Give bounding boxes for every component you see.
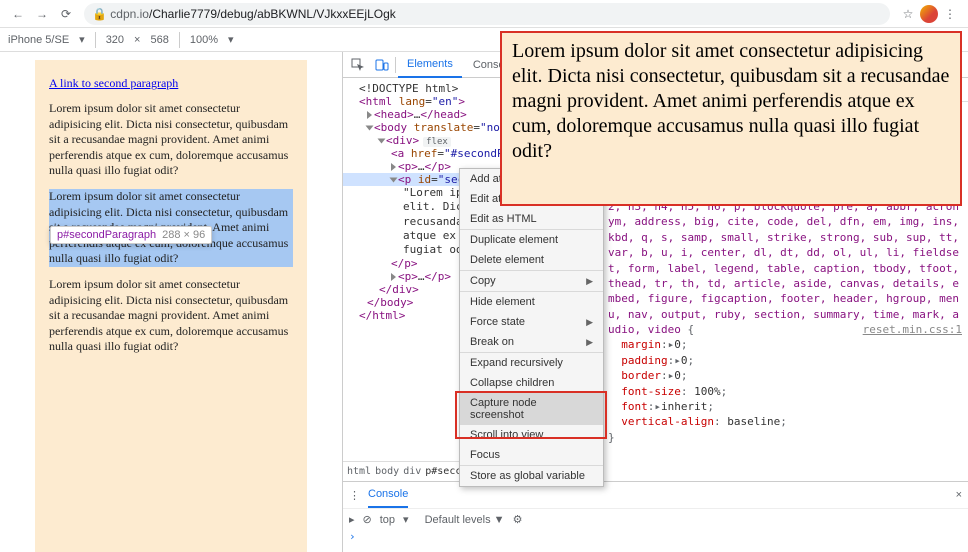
ctx-collapse[interactable]: Collapse children bbox=[460, 373, 603, 393]
ctx-store-global[interactable]: Store as global variable bbox=[460, 465, 603, 486]
back-icon[interactable]: ← bbox=[6, 2, 30, 26]
viewport: A link to second paragraph Lorem ipsum d… bbox=[0, 52, 342, 552]
url-bar[interactable]: 🔒 cdpn.io/Charlie7779/debug/abBKWNL/VJkx… bbox=[84, 3, 890, 25]
crumb-html[interactable]: html bbox=[347, 466, 371, 477]
device-toggle-icon[interactable] bbox=[371, 54, 393, 76]
tooltip-dim: 288 × 96 bbox=[162, 229, 205, 241]
ctx-expand[interactable]: Expand recursively bbox=[460, 352, 603, 373]
device-h[interactable]: 568 bbox=[150, 34, 168, 46]
tab-elements[interactable]: Elements bbox=[398, 52, 462, 78]
url-host: cdpn.io bbox=[110, 7, 149, 21]
paragraph-3: Lorem ipsum dolor sit amet consectetur a… bbox=[49, 277, 293, 355]
gear-icon[interactable]: ⚙ bbox=[513, 513, 523, 526]
play-icon[interactable]: ▸ bbox=[349, 513, 355, 526]
clear-icon[interactable]: ⊘ bbox=[363, 513, 372, 526]
console-prompt[interactable]: › bbox=[343, 530, 968, 552]
context-top[interactable]: top bbox=[380, 514, 395, 526]
close-icon[interactable]: × bbox=[956, 489, 962, 501]
console-drawer: ⋮ Console × ▸ ⊘ top▾ Default levels ▼ ⚙ … bbox=[343, 481, 968, 552]
inspect-icon[interactable] bbox=[347, 54, 369, 76]
paragraph-1: Lorem ipsum dolor sit amet consectetur a… bbox=[49, 101, 293, 179]
css-rule-2[interactable]: html, body, div, span, applet, object, i… bbox=[608, 181, 962, 446]
crumb-current[interactable]: p#secc bbox=[425, 466, 461, 477]
ctx-edit-html[interactable]: Edit as HTML bbox=[460, 209, 603, 229]
element-tooltip: p#secondParagraph 288 × 96 bbox=[50, 226, 212, 244]
node-screenshot-overlay: Lorem ipsum dolor sit amet consectetur a… bbox=[500, 31, 962, 206]
ctx-copy[interactable]: Copy▶ bbox=[460, 270, 603, 291]
page-body: A link to second paragraph Lorem ipsum d… bbox=[35, 60, 307, 552]
browser-toolbar: ← → ⟳ 🔒 cdpn.io/Charlie7779/debug/abBKWN… bbox=[0, 0, 968, 28]
ctx-focus[interactable]: Focus bbox=[460, 445, 603, 465]
forward-icon[interactable]: → bbox=[30, 2, 54, 26]
crumb-body[interactable]: body bbox=[375, 466, 399, 477]
star-icon[interactable]: ☆ bbox=[896, 2, 920, 26]
drawer-menu-icon[interactable]: ⋮ bbox=[349, 489, 360, 502]
reset-css-link[interactable]: reset.min.css:1 bbox=[863, 322, 962, 337]
ctx-delete[interactable]: Delete element bbox=[460, 250, 603, 270]
reload-icon[interactable]: ⟳ bbox=[54, 2, 78, 26]
device-w[interactable]: 320 bbox=[106, 34, 124, 46]
ctx-hide[interactable]: Hide element bbox=[460, 291, 603, 312]
ctx-force-state[interactable]: Force state▶ bbox=[460, 312, 603, 332]
ctx-break-on[interactable]: Break on▶ bbox=[460, 332, 603, 352]
crumb-div[interactable]: div bbox=[403, 466, 421, 477]
avatar[interactable] bbox=[920, 5, 938, 23]
context-menu: Add attribute Edit attribute Edit as HTM… bbox=[459, 168, 604, 487]
lock-icon: 🔒 bbox=[92, 7, 110, 21]
annotation-box-menu bbox=[455, 391, 607, 439]
ctx-duplicate[interactable]: Duplicate element bbox=[460, 229, 603, 250]
tab-drawer-console[interactable]: Console bbox=[368, 482, 408, 508]
link-second-paragraph[interactable]: A link to second paragraph bbox=[49, 76, 178, 90]
device-zoom[interactable]: 100% bbox=[190, 34, 218, 46]
log-levels[interactable]: Default levels ▼ bbox=[425, 514, 505, 526]
paragraph-3-end: fugiat odit? bbox=[123, 339, 178, 353]
url-path: /Charlie7779/debug/abBKWNL/VJkxxEEjLOgk bbox=[149, 7, 396, 21]
tooltip-selector: p#secondParagraph bbox=[57, 229, 156, 241]
menu-icon[interactable]: ⋮ bbox=[938, 2, 962, 26]
device-name[interactable]: iPhone 5/SE bbox=[8, 34, 69, 46]
